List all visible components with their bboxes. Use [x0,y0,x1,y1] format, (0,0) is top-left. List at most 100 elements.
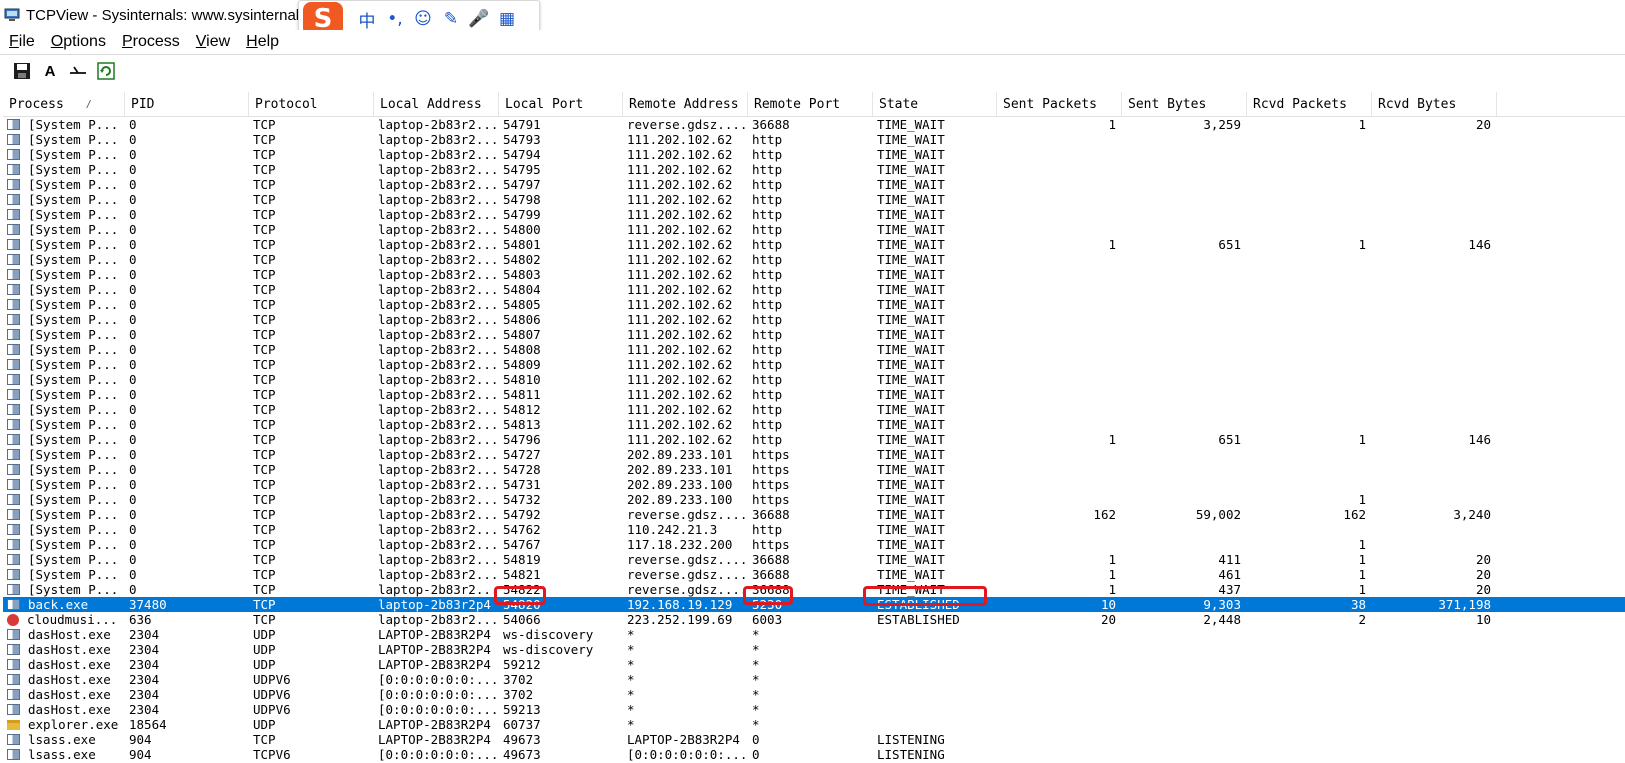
process-name: [System P... [28,132,119,147]
punctuation-icon[interactable]: •, [381,5,409,33]
table-row[interactable]: [System P... 0 TCP laptop-2b83r2... 54727 202… [3,447,1625,462]
column-header-local-address[interactable]: Local Address [374,92,499,116]
table-row[interactable]: [System P... 0 TCP laptop-2b83r2... 54791 rev… [3,117,1625,132]
cell-rcvd-bytes [1372,657,1497,672]
column-header-rcvd-bytes[interactable]: Rcvd Bytes [1372,92,1497,116]
cell-remote-address: * [627,642,635,657]
menu-bar: File Options Process View Help [0,30,1625,54]
process-window-icon [7,134,20,145]
menu-options[interactable]: Options [43,33,114,51]
table-row[interactable]: [System P... 0 TCP laptop-2b83r2... 54767 117… [3,537,1625,552]
table-row[interactable]: [System P... 0 TCP laptop-2b83r2... 54802 111… [3,252,1625,267]
column-header-protocol[interactable]: Protocol [249,92,374,116]
table-row[interactable]: dasHost.exe 2304 UDPV6 [0:0:0:0:0:0:... 3702… [3,687,1625,702]
menu-view[interactable]: View [188,33,238,51]
table-row[interactable]: [System P... 0 TCP laptop-2b83r2... 54795 111… [3,162,1625,177]
table-row[interactable]: [System P... 0 TCP laptop-2b83r2... 54799 111… [3,207,1625,222]
table-row[interactable]: [System P... 0 TCP laptop-2b83r2... 54796 111… [3,432,1625,447]
table-row[interactable]: [System P... 0 TCP laptop-2b83r2... 54728 202… [3,462,1625,477]
refresh-button[interactable] [94,59,118,83]
table-row[interactable]: [System P... 0 TCP laptop-2b83r2... 54808 111… [3,342,1625,357]
cell-sent-bytes [1122,222,1247,237]
column-header-sent-bytes[interactable]: Sent Bytes [1122,92,1247,116]
table-row[interactable]: [System P... 0 TCP laptop-2b83r2... 54805 111… [3,297,1625,312]
cell-pid: 0 [129,177,137,192]
column-header-process[interactable]: Process / [3,92,125,116]
table-row[interactable]: [System P... 0 TCP laptop-2b83r2... 54811 111… [3,387,1625,402]
chinese-mode-icon[interactable]: 中 [353,5,381,33]
connections-table[interactable]: Process / PID Protocol Local Address Loca… [3,92,1625,763]
column-header-local-port[interactable]: Local Port [499,92,623,116]
microphone-icon[interactable]: 🎤 [465,5,493,33]
table-row[interactable]: lsass.exe 904 TCPV6 [0:0:0:0:0:0:... 49673 [0… [3,747,1625,762]
table-row[interactable]: [System P... 0 TCP laptop-2b83r2... 54792 rev… [3,507,1625,522]
cell-process: [System P... [3,582,125,597]
cell-remote-port: http [752,327,783,342]
menu-file[interactable]: File [0,33,43,51]
menu-help[interactable]: Help [238,33,287,51]
cell-remote-port: http [752,147,783,162]
table-row[interactable]: lsass.exe 904 TCP LAPTOP-2B83R2P4 49673 LAPTO… [3,732,1625,747]
cell-local-port: 54767 [503,537,541,552]
table-row-selected[interactable]: back.exe 37480 TCP laptop-2b83r2p4 54820 192.… [3,597,1625,612]
cell-local-port: ws-discovery [503,642,594,657]
cell-protocol: UDP [253,627,276,642]
cell-pid: 0 [129,537,137,552]
table-row[interactable]: [System P... 0 TCP laptop-2b83r2... 54807 111… [3,327,1625,342]
cell-process: [System P... [3,312,125,327]
table-row[interactable]: [System P... 0 TCP laptop-2b83r2... 54810 111… [3,372,1625,387]
table-row[interactable]: dasHost.exe 2304 UDP LAPTOP-2B83R2P4 ws-disc… [3,627,1625,642]
cell-remote-address: [0:0:0:0:0:0:... [627,747,748,762]
cell-process: explorer.exe [3,717,125,732]
table-row[interactable]: dasHost.exe 2304 UDPV6 [0:0:0:0:0:0:... 5921… [3,702,1625,717]
cell-process: [System P... [3,357,125,372]
table-row[interactable]: [System P... 0 TCP laptop-2b83r2... 54812 111… [3,402,1625,417]
table-row[interactable]: [System P... 0 TCP laptop-2b83r2... 54803 111… [3,267,1625,282]
column-header-rcvd-packets[interactable]: Rcvd Packets [1247,92,1372,116]
table-row[interactable]: [System P... 0 TCP laptop-2b83r2... 54821 rev… [3,567,1625,582]
process-cell-content: [System P... [7,492,125,507]
cell-rcvd-bytes: 20 [1475,117,1491,132]
toolbox-icon[interactable]: ▦ [493,5,521,33]
table-row[interactable]: [System P... 0 TCP laptop-2b83r2... 54800 111… [3,222,1625,237]
cell-local-address: laptop-2b83r2... [378,477,499,492]
process-cell-content: [System P... [7,582,125,597]
table-row[interactable]: [System P... 0 TCP laptop-2b83r2... 54819 rev… [3,552,1625,567]
table-row[interactable]: explorer.exe 18564 UDP LAPTOP-2B83R2P4 60737… [3,717,1625,732]
table-row[interactable]: [System P... 0 TCP laptop-2b83r2... 54801 111… [3,237,1625,252]
table-row[interactable]: [System P... 0 TCP laptop-2b83r2... 54794 111… [3,147,1625,162]
column-header-state[interactable]: State [873,92,997,116]
cell-sent-bytes [1122,147,1247,162]
table-row[interactable]: [System P... 0 TCP laptop-2b83r2... 54804 111… [3,282,1625,297]
column-header-remote-port[interactable]: Remote Port [748,92,873,116]
process-window-icon [7,569,20,580]
table-row[interactable]: [System P... 0 TCP laptop-2b83r2... 54798 111… [3,192,1625,207]
table-row[interactable]: [System P... 0 TCP laptop-2b83r2... 54732 202… [3,492,1625,507]
cell-remote-address: 192.168.19.129 [627,597,733,612]
menu-process[interactable]: Process [114,33,188,51]
column-header-pid[interactable]: PID [125,92,249,116]
cell-state: TIME_WAIT [877,282,945,297]
table-row[interactable]: [System P... 0 TCP laptop-2b83r2... 54806 111… [3,312,1625,327]
table-row[interactable]: dasHost.exe 2304 UDP LAPTOP-2B83R2P4 ws-disc… [3,642,1625,657]
table-row[interactable]: dasHost.exe 2304 UDPV6 [0:0:0:0:0:0:... 3702… [3,672,1625,687]
table-row[interactable]: [System P... 0 TCP laptop-2b83r2... 54813 111… [3,417,1625,432]
table-row[interactable]: dasHost.exe 2304 UDP LAPTOP-2B83R2P4 59212 * * [3,657,1625,672]
handwriting-icon[interactable]: ✎ [437,5,465,33]
table-row[interactable]: [System P... 0 TCP laptop-2b83r2... 54793 111… [3,132,1625,147]
table-row[interactable]: cloudmusi... 636 TCP laptop-2b83r2... 54066 2… [3,612,1625,627]
column-header-sent-packets[interactable]: Sent Packets [997,92,1122,116]
table-row[interactable]: [System P... 0 TCP laptop-2b83r2... 54762 110… [3,522,1625,537]
save-button[interactable] [10,59,34,83]
cell-rcvd-packets [1247,657,1372,672]
resolve-addresses-button[interactable] [66,59,90,83]
table-row[interactable]: [System P... 0 TCP laptop-2b83r2... 54797 111… [3,177,1625,192]
cell-sent-packets [997,372,1122,387]
column-header-remote-address[interactable]: Remote Address [623,92,748,116]
table-row[interactable]: [System P... 0 TCP laptop-2b83r2... 54809 111… [3,357,1625,372]
table-row[interactable]: [System P... 0 TCP laptop-2b83r2... 54731 202… [3,477,1625,492]
font-button[interactable]: A [38,59,62,83]
table-row[interactable]: [System P... 0 TCP laptop-2b83r2... 54822 rev… [3,582,1625,597]
process-cell-content: [System P... [7,192,125,207]
emoji-icon[interactable]: ☺ [409,5,437,33]
